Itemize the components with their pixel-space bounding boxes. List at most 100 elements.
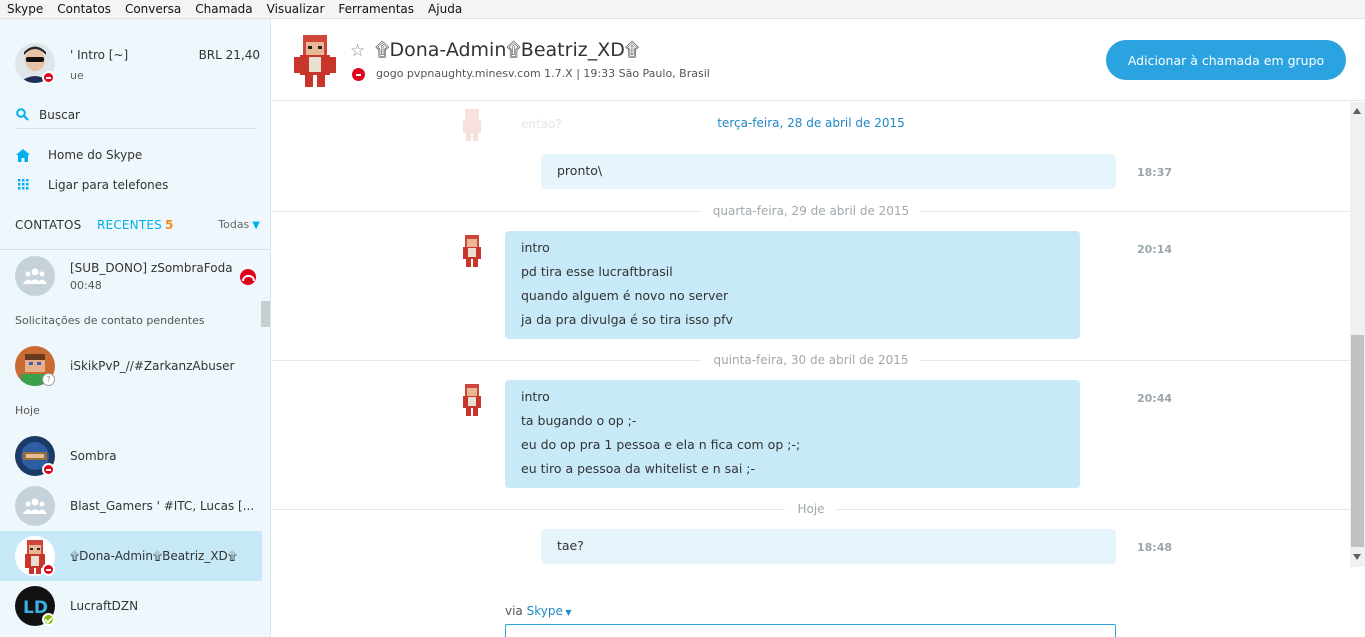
tab-recentes-label: RECENTES (97, 218, 162, 232)
menu-conversa[interactable]: Conversa (125, 2, 181, 16)
message-avatar[interactable] (457, 234, 487, 268)
conversation-area: entao? terça-feira, 28 de abril de 2015 … (272, 102, 1350, 637)
search-label: Buscar (39, 107, 80, 122)
message-line: ta bugando o op ;- (521, 413, 637, 428)
date-separator: terça-feira, 28 de abril de 2015 (272, 116, 1350, 130)
date-label: terça-feira, 28 de abril de 2015 (705, 116, 917, 130)
my-mood[interactable]: ue (70, 69, 84, 82)
menu-visualizar[interactable]: Visualizar (267, 2, 325, 16)
scroll-down-arrow-icon[interactable] (1353, 554, 1361, 560)
message-line: eu do op pra 1 pessoa e ela n fica com o… (521, 437, 801, 452)
tab-contatos[interactable]: CONTATOS (15, 218, 81, 232)
date-label: quinta-feira, 30 de abril de 2015 (701, 353, 921, 367)
message-line: ja da pra divulga é so tira isso pfv (521, 312, 733, 327)
chat-status-area (352, 68, 365, 81)
status-busy-icon (42, 563, 55, 576)
tab-recentes[interactable]: RECENTES 5 (97, 218, 174, 232)
recent-item-name: [SUB_DONO] zSombraFoda (70, 261, 233, 275)
message-time: 20:44 (1137, 392, 1173, 405)
my-profile[interactable]: ' Intro [~] ue BRL 21,40 (15, 43, 260, 85)
via-label: via (505, 604, 523, 618)
recent-item-blast-gamers[interactable]: Blast_Gamers ' #ITC, Lucas [... (0, 481, 262, 531)
chat-contact-name: ۩Dona-Admin۩Beatriz_XD۩ (375, 39, 640, 61)
message-bubble-incoming[interactable]: intro ta bugando o op ;- eu do op pra 1 … (505, 380, 1080, 488)
filter-label: Todas (218, 218, 250, 231)
nav-home-skype[interactable]: Home do Skype (15, 147, 142, 163)
nav-call-phones[interactable]: Ligar para telefones (15, 177, 168, 193)
message-time: 18:37 (1137, 166, 1173, 179)
menu-ferramentas[interactable]: Ferramentas (338, 2, 414, 16)
pending-requests-label: Solicitações de contato pendentes (15, 314, 205, 327)
recentes-count-badge: 5 (165, 218, 174, 232)
group-avatar-icon (15, 256, 55, 296)
filter-dropdown[interactable]: Todas ▼ (218, 218, 260, 231)
status-busy-icon (352, 68, 365, 81)
recent-item-sombra[interactable]: Sombra (0, 431, 262, 481)
message-time: 18:48 (1137, 541, 1173, 554)
menu-ajuda[interactable]: Ajuda (428, 2, 462, 16)
sidebar: ' Intro [~] ue BRL 21,40 Buscar Home do … (0, 19, 271, 637)
date-label: quarta-feira, 29 de abril de 2015 (700, 204, 922, 218)
date-separator: Hoje (272, 502, 1350, 516)
menu-contatos[interactable]: Contatos (57, 2, 111, 16)
contact-tabs: CONTATOS RECENTES 5 Todas ▼ (15, 218, 260, 236)
sidebar-scrollbar-thumb[interactable] (261, 301, 270, 327)
chat-contact-avatar[interactable] (290, 33, 340, 89)
message-line: quando alguem é novo no server (521, 288, 729, 303)
message-line: eu tiro a pessoa da whitelist e n sai ;- (521, 461, 756, 476)
date-label: Hoje (785, 502, 837, 516)
scrollbar-thumb[interactable] (1351, 335, 1364, 547)
status-unknown-icon (42, 373, 55, 386)
menu-chamada[interactable]: Chamada (195, 2, 252, 16)
message-line: pd tira esse lucraftbrasil (521, 264, 673, 279)
message-bubble-outgoing[interactable]: pronto\ (541, 154, 1116, 189)
conversation-scrollbar[interactable] (1350, 102, 1365, 567)
nav-home-label: Home do Skype (48, 148, 143, 162)
recent-item-name: Blast_Gamers ' #ITC, Lucas [... (70, 499, 255, 513)
recent-item-active-call[interactable]: [SUB_DONO] zSombraFoda 00:48 (0, 251, 262, 301)
message-line: tae? (557, 538, 584, 553)
nav-phones-label: Ligar para telefones (48, 178, 169, 192)
recent-item-name: ۩Dona-Admin۩Beatriz_XD۩ (70, 549, 237, 563)
via-skype-link[interactable]: Skype (527, 604, 563, 618)
message-bubble-outgoing[interactable]: tae? (541, 529, 1116, 564)
recent-item-name: iSkikPvP_//#ZarkanzAbuser (70, 359, 235, 373)
group-avatar-icon (15, 486, 55, 526)
call-duration: 00:48 (70, 279, 102, 292)
message-line: intro (521, 240, 550, 255)
recent-item-name: LucraftDZN (70, 599, 139, 613)
chat-contact-mood: gogo pvpnaughty.minesv.com 1.7.X | 19:33… (376, 67, 710, 80)
recent-item-name: Sombra (70, 449, 117, 463)
dialpad-icon (15, 177, 31, 193)
status-online-icon (42, 613, 55, 626)
search-box[interactable]: Buscar (15, 101, 256, 129)
message-line: intro (521, 389, 550, 404)
date-separator: quinta-feira, 30 de abril de 2015 (272, 353, 1350, 367)
message-line: pronto\ (557, 163, 603, 178)
my-name[interactable]: ' Intro [~] (70, 48, 128, 62)
message-input[interactable] (505, 624, 1116, 637)
date-separator: quarta-feira, 29 de abril de 2015 (272, 204, 1350, 218)
menu-skype[interactable]: Skype (7, 2, 43, 16)
search-icon (16, 108, 29, 121)
chat-header: ☆ ۩Dona-Admin۩Beatriz_XD۩ gogo pvpnaught… (272, 19, 1365, 101)
skype-credit[interactable]: BRL 21,40 (199, 48, 260, 62)
scroll-up-arrow-icon[interactable] (1353, 108, 1361, 114)
tabs-divider (0, 249, 270, 250)
recent-item-lucraftdzn[interactable]: LD LucraftDZN (0, 581, 262, 631)
hangup-icon[interactable] (240, 269, 256, 285)
home-icon (15, 147, 31, 163)
recent-item-pending[interactable]: iSkikPvP_//#ZarkanzAbuser (0, 341, 262, 391)
message-time: 20:14 (1137, 243, 1173, 256)
chevron-down-icon: ▼ (562, 608, 572, 617)
message-avatar[interactable] (457, 383, 487, 417)
via-selector[interactable]: via Skype ▼ (505, 604, 572, 618)
my-status-busy-icon[interactable] (42, 71, 55, 84)
recent-item-dona-admin[interactable]: ۩Dona-Admin۩Beatriz_XD۩ (0, 531, 262, 581)
favorite-star-icon[interactable]: ☆ (350, 41, 365, 61)
message-bubble-incoming[interactable]: intro pd tira esse lucraftbrasil quando … (505, 231, 1080, 339)
add-to-group-call-button[interactable]: Adicionar à chamada em grupo (1106, 40, 1346, 80)
status-busy-icon (42, 463, 55, 476)
today-label: Hoje (15, 404, 40, 417)
chevron-down-icon: ▼ (252, 220, 260, 231)
